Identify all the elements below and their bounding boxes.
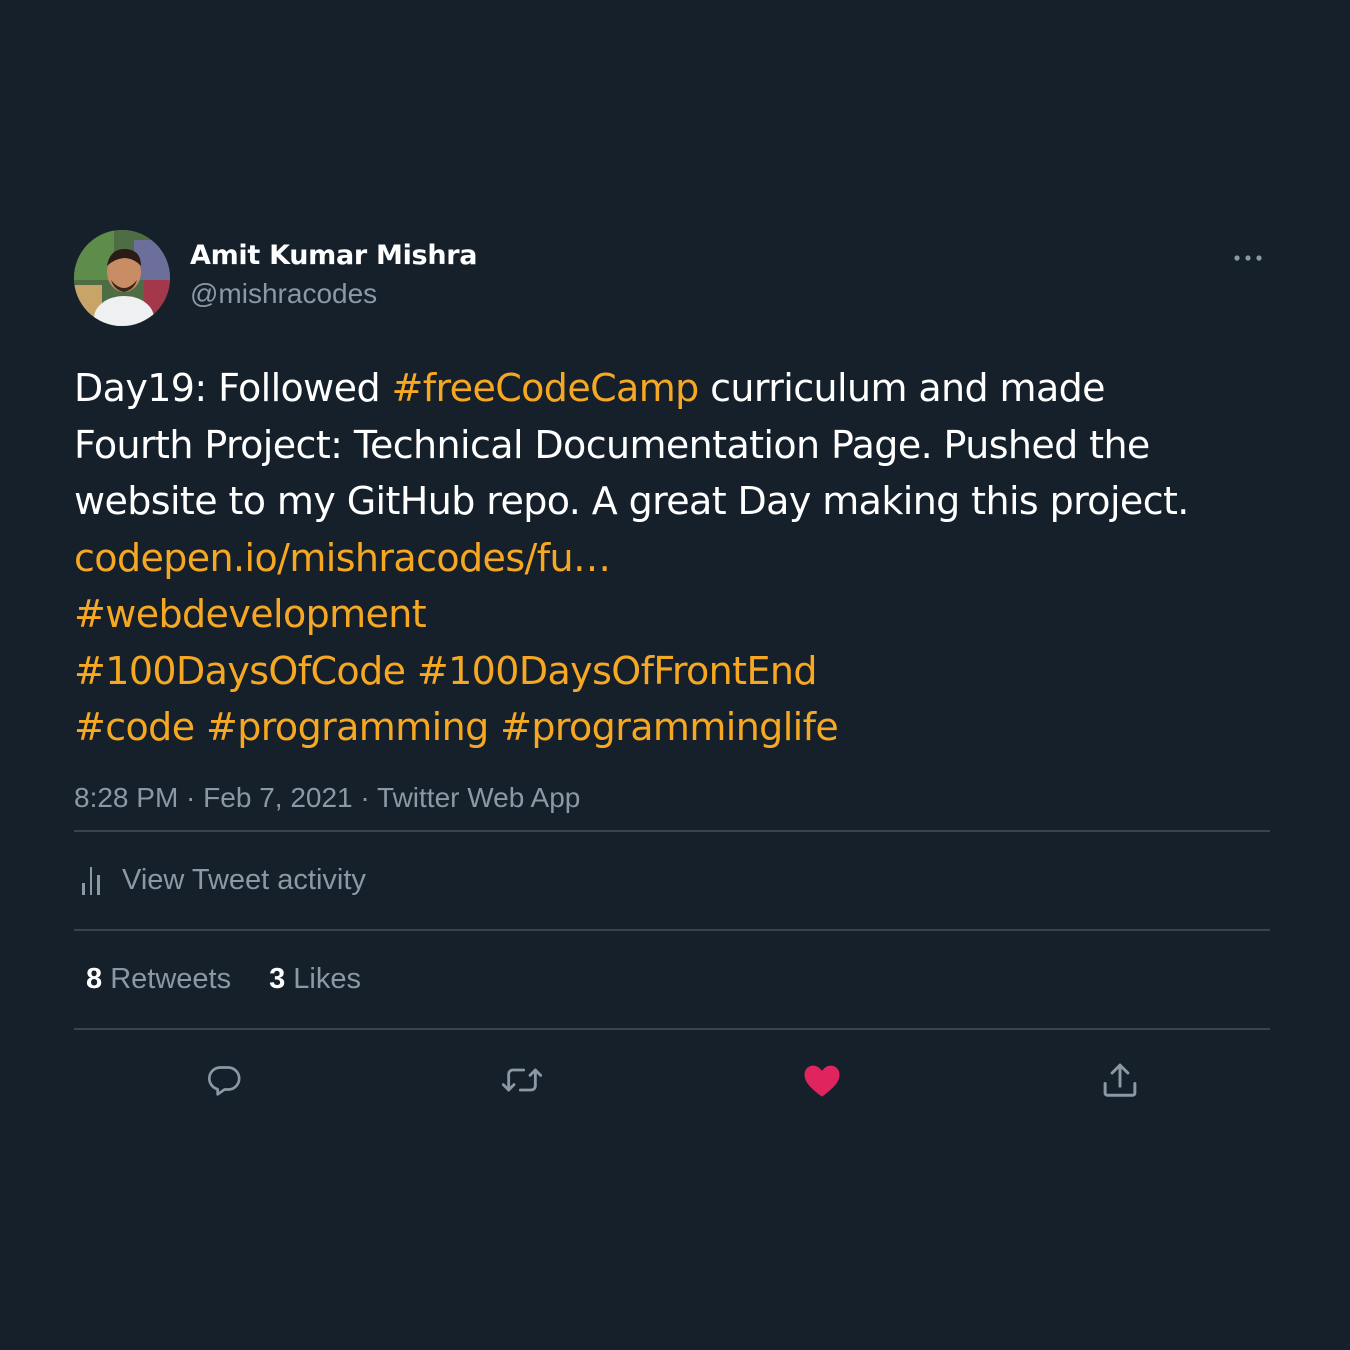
tweet-text-line: Day19: Followed #freeCodeCamp curriculum… — [74, 360, 1270, 417]
tweet-card: Amit Kumar Mishra @mishracodes Day19: Fo… — [74, 230, 1270, 1130]
more-options-button[interactable] — [1230, 240, 1266, 276]
tweet-text-line: website to my GitHub repo. A great Day m… — [74, 473, 1270, 530]
retweets-count: 8 — [86, 962, 103, 995]
tweet-text-line: #code #programming #programminglife — [74, 699, 1270, 756]
heart-filled-icon — [804, 1065, 840, 1097]
avatar-photo — [74, 230, 170, 326]
tweet-text-segment — [405, 649, 416, 693]
author-handle[interactable]: @mishracodes — [190, 274, 477, 314]
hashtag-link[interactable]: #programminglife — [500, 705, 839, 749]
hashtag-link[interactable]: #webdevelopment — [74, 592, 427, 636]
tweet-text-segment: curriculum and made — [698, 366, 1105, 410]
share-button[interactable] — [1098, 1058, 1142, 1102]
tweet-date[interactable]: Feb 7, 2021 — [203, 782, 352, 813]
tweet-text-segment: Fourth Project: Technical Documentation … — [74, 422, 1150, 467]
avatar[interactable] — [74, 230, 170, 326]
retweet-icon — [501, 1068, 543, 1091]
hashtag-link[interactable]: #freeCodeCamp — [391, 366, 699, 410]
tweet-source[interactable]: Twitter Web App — [377, 782, 580, 813]
retweets-stat[interactable]: 8 Retweets — [86, 963, 231, 996]
hashtag-link[interactable]: #100DaysOfCode — [74, 649, 406, 693]
tweet-time[interactable]: 8:28 PM — [74, 782, 178, 813]
more-horizontal-icon — [1234, 255, 1262, 261]
author-display-name[interactable]: Amit Kumar Mishra — [190, 238, 477, 274]
tweet-text-segment — [194, 705, 205, 749]
likes-label: Likes — [293, 962, 361, 995]
retweets-label: Retweets — [110, 962, 232, 995]
retweet-button[interactable] — [500, 1058, 544, 1102]
tweet-text-line: codepen.io/mishracodes/fu… — [74, 530, 1270, 587]
tweet-text-line: #100DaysOfCode #100DaysOfFrontEnd — [74, 643, 1270, 700]
view-tweet-activity-label: View Tweet activity — [122, 863, 366, 896]
meta-separator: · — [178, 781, 204, 813]
like-button[interactable] — [800, 1058, 844, 1102]
tweet-stats: 8 Retweets 3 Likes — [74, 931, 1270, 1028]
tweet-actions — [74, 1030, 1270, 1130]
author-names: Amit Kumar Mishra @mishracodes — [190, 238, 477, 314]
view-tweet-activity-button[interactable]: View Tweet activity — [74, 832, 1270, 929]
hashtag-link[interactable]: #code — [74, 705, 195, 749]
url-link[interactable]: codepen.io/mishracodes/fu… — [74, 536, 611, 580]
reply-button[interactable] — [202, 1058, 246, 1102]
tweet-header: Amit Kumar Mishra @mishracodes — [74, 230, 1270, 326]
tweet-text-line: #webdevelopment — [74, 586, 1270, 643]
tweet-text-segment: Day19: Followed — [74, 366, 392, 410]
likes-count: 3 — [269, 962, 286, 995]
tweet-text-line: Fourth Project: Technical Documentation … — [74, 417, 1270, 474]
tweet-meta: 8:28 PM · Feb 7, 2021 · Twitter Web App — [74, 778, 1270, 830]
hashtag-link[interactable]: #programming — [206, 705, 489, 749]
bar-chart-icon — [82, 865, 104, 895]
share-icon — [1103, 1063, 1137, 1097]
likes-stat[interactable]: 3 Likes — [269, 963, 361, 996]
hashtag-link[interactable]: #100DaysOfFrontEnd — [417, 649, 818, 693]
tweet-text-segment — [489, 705, 500, 749]
reply-icon — [208, 1065, 241, 1096]
tweet-text-segment: website to my GitHub repo. A great Day m… — [74, 479, 1189, 523]
meta-separator: · — [352, 781, 378, 813]
tweet-text: Day19: Followed #freeCodeCamp curriculum… — [74, 360, 1270, 756]
